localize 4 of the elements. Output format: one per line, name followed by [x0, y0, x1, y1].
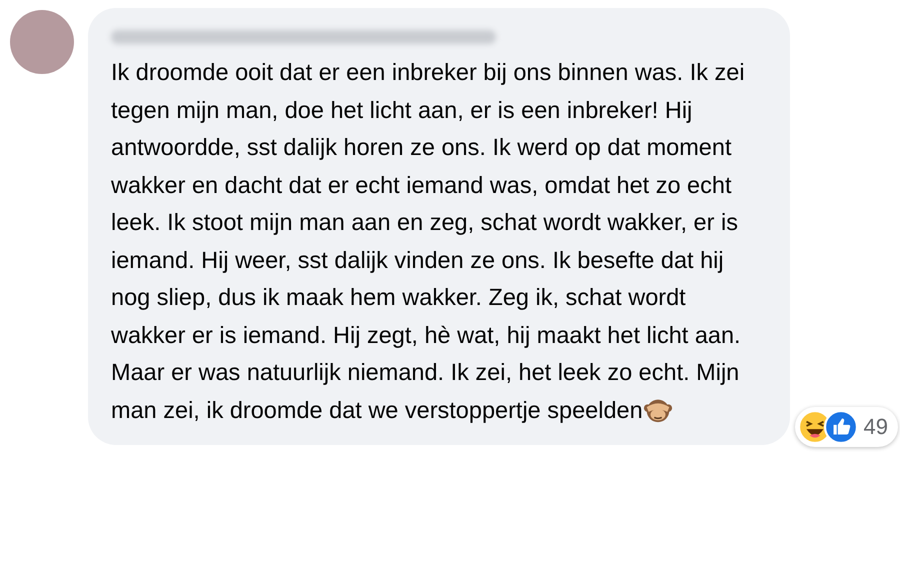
reactions-badge[interactable]: 49 — [794, 407, 898, 447]
thumbs-up-icon — [824, 410, 858, 444]
comment-text: Ik droomde ooit dat er een inbreker bij ons binnen was. Ik zei tegen mijn man, doe het licht aan, er is een inbreker! Hij antwoordde, sst dalijk horen ze ons. Ik werd op dat moment wakker en dacht dat er echt iemand was, omdat het zo echt leek. Ik stoot mijn man aan en zeg, schat wordt wakker, er is iemand. Hij weer, sst dalijk vinden ze ons. Ik besefte dat hij nog sliep, dus ik maak hem wakker. Zeg ik, schat wordt wakker er is iemand. Hij zegt, hè wat, hij maakt het licht aan. Maar er was natuurlijk niemand. Ik zei, het leek zo echt. Mijn man zei, ik droomde dat we verstoppertje speelden — [111, 58, 746, 426]
reaction-count: 49 — [864, 414, 888, 440]
